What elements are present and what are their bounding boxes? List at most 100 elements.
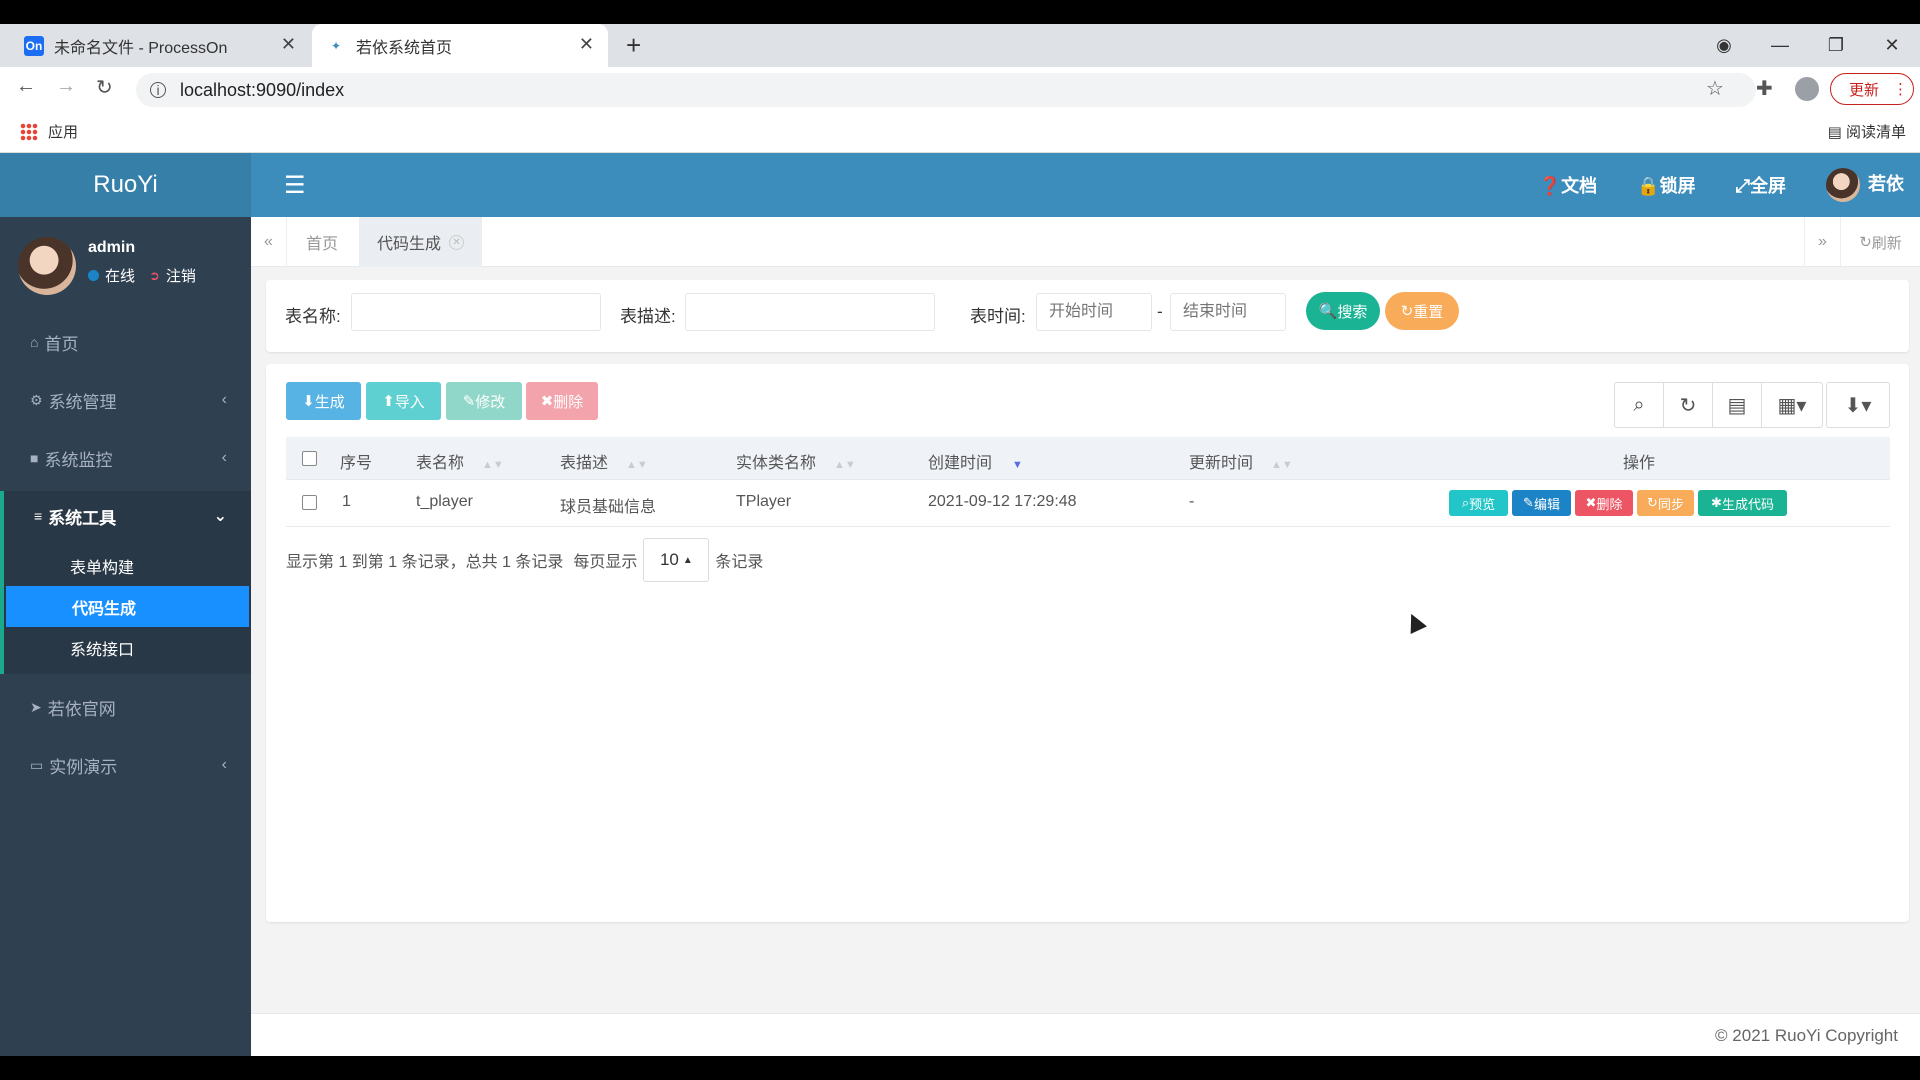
card-view-icon[interactable]: ▤ <box>1713 383 1762 427</box>
sidebar-item-code-gen[interactable]: 代码生成 <box>6 586 249 627</box>
col-class-name[interactable]: 实体类名称 ▲▼ <box>736 449 856 473</box>
window-controls: ◉ — ❐ ✕ <box>1696 24 1920 67</box>
generate-code-button[interactable]: ✱ 生成代码 <box>1698 490 1787 516</box>
apps-bookmark[interactable]: 应用 <box>20 121 78 142</box>
reading-list[interactable]: ▤ 阅读清单 <box>1828 121 1906 142</box>
question-icon: ❓ <box>1538 176 1562 196</box>
refresh-label: 刷新 <box>1871 234 1902 252</box>
bookmark-star-icon[interactable]: ☆ <box>1706 76 1724 101</box>
close-window-icon[interactable]: ✕ <box>1864 35 1920 56</box>
col-label: 创建时间 <box>928 455 993 472</box>
import-button[interactable]: ⬆ 导入 <box>366 382 441 420</box>
start-time-input[interactable] <box>1036 293 1152 331</box>
row-checkbox[interactable] <box>302 495 317 510</box>
update-button[interactable]: 更新 ⋮ <box>1830 73 1914 105</box>
menu-toggle-icon[interactable]: ☰ <box>284 171 306 200</box>
avatar[interactable] <box>18 237 76 295</box>
col-table-desc[interactable]: 表描述 ▲▼ <box>560 449 648 473</box>
reset-button[interactable]: ↻ 重置 <box>1385 292 1459 330</box>
row-delete-button[interactable]: ✖ 删除 <box>1575 490 1633 516</box>
tab-search-icon[interactable]: ◉ <box>1696 35 1752 56</box>
forward-icon[interactable]: → <box>56 75 76 98</box>
sidebar-item-label: 系统工具 <box>48 508 117 528</box>
preview-button[interactable]: ⌕ 预览 <box>1449 490 1508 516</box>
reload-icon[interactable]: ↻ <box>96 75 113 100</box>
fullscreen-label: 全屏 <box>1750 176 1786 196</box>
browser-tabstrip: On 未命名文件 - ProcessOn ✕ ✦ 若依系统首页 ✕ + ◉ — … <box>0 24 1920 67</box>
extensions-icon[interactable]: ✚ <box>1756 76 1773 101</box>
cell-table-desc: 球员基础信息 <box>560 499 657 516</box>
columns-icon[interactable]: ▦▾ <box>1762 383 1822 427</box>
processon-favicon-icon: On <box>24 35 44 56</box>
generate-button[interactable]: ⬇ 生成 <box>286 382 361 420</box>
export-icon[interactable]: ⬇▾ <box>1827 383 1889 427</box>
col-update-time[interactable]: 更新时间 ▲▼ <box>1189 449 1293 473</box>
back-icon[interactable]: ← <box>16 75 36 98</box>
sidebar-item-ruoyi-site[interactable]: ➤ 若依官网 <box>0 678 251 736</box>
docs-link[interactable]: ❓文档 <box>1539 172 1597 198</box>
user-menu[interactable]: 若依 <box>1826 168 1904 202</box>
tab-home[interactable]: 首页 <box>288 217 356 267</box>
scroll-left-icon[interactable]: « <box>251 217 287 267</box>
pagination-summary: 显示第 1 到第 1 条记录，总共 1 条记录 <box>286 554 564 571</box>
fullscreen-link[interactable]: ⤢全屏 <box>1736 172 1786 198</box>
col-index: 序号 <box>340 455 373 472</box>
site-info-icon[interactable]: i <box>150 82 166 98</box>
import-label: 导入 <box>394 393 425 411</box>
search-button[interactable]: 🔍 搜索 <box>1306 292 1380 330</box>
table-panel: ⬇ 生成 ⬆ 导入 ✎ 修改 ✖ 删除 ⌕ ↻ ▤ ▦▾ ⬇▾ 序号 表名称 ▲… <box>266 364 1909 922</box>
per-page-suffix: 条记录 <box>715 554 764 571</box>
edit-button[interactable]: ✎ 修改 <box>446 382 522 420</box>
row-edit-button[interactable]: ✎ 编辑 <box>1512 490 1571 516</box>
close-tab-icon[interactable]: ✕ <box>449 234 465 250</box>
col-table-name[interactable]: 表名称 ▲▼ <box>416 449 504 473</box>
sidebar-item-system-admin[interactable]: ⚙ 系统管理 ‹ <box>0 371 251 429</box>
table-desc-input[interactable] <box>685 293 935 331</box>
page-size-dropdown[interactable]: 10 ▲ <box>643 538 710 582</box>
refresh-icon: ↻ <box>1647 495 1658 510</box>
sidebar-item-demo[interactable]: ▭ 实例演示 ‹ <box>0 736 251 794</box>
col-create-time[interactable]: 创建时间 ▼ <box>928 449 1023 473</box>
select-all-checkbox[interactable] <box>302 451 317 466</box>
app-logo[interactable]: RuoYi <box>0 153 251 217</box>
sidebar-item-system-tools[interactable]: ≡ 系统工具 ⌄ <box>0 491 251 541</box>
sync-button[interactable]: ↻ 同步 <box>1637 490 1694 516</box>
refresh-tab-button[interactable]: ↻ 刷新 <box>1840 217 1920 267</box>
download-icon: ⬇ <box>302 393 315 410</box>
cell-create-time: 2021-09-12 17:29:48 <box>928 493 1077 510</box>
refresh-icon[interactable]: ↻ <box>1664 383 1713 427</box>
row-delete-label: 删除 <box>1596 496 1623 512</box>
table-desc-label: 表描述: <box>620 307 676 326</box>
close-icon: ✖ <box>540 393 554 410</box>
close-tab-icon[interactable]: ✕ <box>281 34 296 55</box>
tab-code-gen[interactable]: 代码生成 ✕ <box>359 217 483 267</box>
new-tab-icon[interactable]: + <box>626 30 641 61</box>
end-time-input[interactable] <box>1170 293 1286 331</box>
sync-label: 同步 <box>1657 496 1684 512</box>
close-tab-icon[interactable]: ✕ <box>579 34 594 55</box>
logout-link[interactable]: 注销 <box>166 265 196 286</box>
sidebar-item-system-monitor[interactable]: ■ 系统监控 ‹ <box>0 429 251 487</box>
top-navbar: ☰ ❓文档 🔒锁屏 ⤢全屏 若依 <box>251 153 1920 217</box>
table-name-label: 表名称: <box>285 307 341 326</box>
profile-icon[interactable] <box>1795 77 1819 101</box>
user-status: 在线 ➲ 注销 <box>88 265 196 286</box>
sidebar-item-form-builder[interactable]: 表单构建 <box>4 545 251 586</box>
minimize-icon[interactable]: — <box>1752 35 1808 56</box>
delete-button[interactable]: ✖ 删除 <box>526 382 598 420</box>
scroll-right-icon[interactable]: » <box>1804 217 1840 267</box>
sidebar-item-system-api[interactable]: 系统接口 <box>4 627 251 668</box>
url-field[interactable]: i localhost:9090/index <box>136 73 1756 107</box>
search-form: 表名称: 表描述: 表时间: - 🔍 搜索 ↻ 重置 <box>266 280 1909 352</box>
table-name-input[interactable] <box>351 293 601 331</box>
home-icon: ⌂ <box>30 334 39 350</box>
search-toggle-icon[interactable]: ⌕ <box>1615 383 1664 427</box>
col-label: 表名称 <box>416 455 465 472</box>
lock-screen-link[interactable]: 🔒锁屏 <box>1637 172 1695 198</box>
browser-tab-processon[interactable]: On 未命名文件 - ProcessOn ✕ <box>10 24 310 67</box>
sidebar-item-home[interactable]: ⌂ 首页 <box>0 313 251 371</box>
restore-icon[interactable]: ❐ <box>1808 35 1864 56</box>
browser-tab-ruoyi[interactable]: ✦ 若依系统首页 ✕ <box>312 24 608 67</box>
sort-icon: ▲▼ <box>482 459 504 471</box>
bars-icon: ≡ <box>34 508 43 524</box>
